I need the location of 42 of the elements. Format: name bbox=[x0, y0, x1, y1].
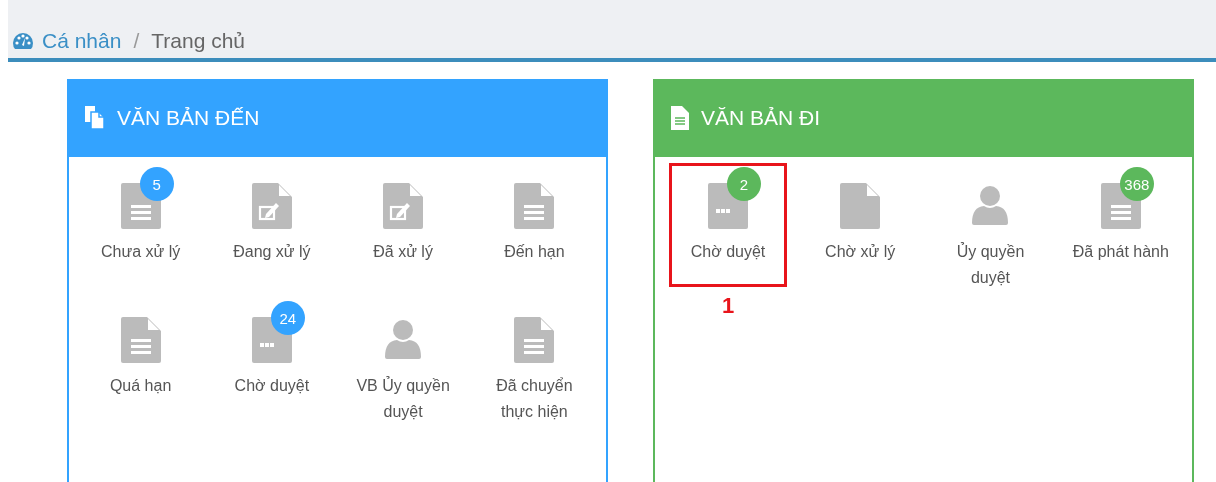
menu-item[interactable]: 24 Chờ duyệt bbox=[206, 297, 338, 417]
menu-item[interactable]: Đang xử lý bbox=[206, 163, 338, 283]
menu-item[interactable]: 5 Chưa xử lý bbox=[75, 163, 207, 283]
menu-item[interactable]: VB Ủy quyền duyệt bbox=[337, 297, 469, 425]
document-icon bbox=[514, 183, 555, 229]
menu-item[interactable]: Chờ xử lý bbox=[795, 163, 926, 283]
item-label: VB Ủy quyền duyệt bbox=[355, 375, 451, 422]
highlighted-menu-item[interactable]: 2 Chờ duyệt bbox=[669, 163, 787, 287]
document-icon bbox=[120, 317, 161, 363]
item-label: Chờ duyệt bbox=[234, 376, 310, 396]
item-label: Chưa xử lý bbox=[101, 242, 181, 262]
copy-icon bbox=[85, 106, 105, 130]
menu-item[interactable]: 368 Đã phát hành bbox=[1055, 163, 1186, 283]
item-label: Ủy quyền duyệt bbox=[955, 241, 1026, 288]
item-label: Đã chuyển thực hiện bbox=[495, 376, 574, 422]
panel-title: VĂN BẢN ĐẾN bbox=[117, 106, 260, 130]
dashboard-icon bbox=[12, 32, 34, 50]
count-badge: 368 bbox=[1119, 167, 1154, 201]
document-icon bbox=[383, 183, 424, 229]
item-label: Đã xử lý bbox=[373, 242, 433, 262]
count-badge: 2 bbox=[727, 167, 761, 201]
count-badge: 5 bbox=[139, 167, 174, 201]
document-icon bbox=[671, 106, 689, 130]
breadcrumb-separator: / bbox=[133, 29, 140, 53]
menu-item[interactable]: Ủy quyền duyệt bbox=[925, 163, 1056, 291]
menu-item[interactable]: Quá hạn bbox=[75, 297, 207, 417]
count-badge: 24 bbox=[270, 301, 305, 335]
menu-item[interactable]: Đã chuyển thực hiện bbox=[468, 297, 600, 425]
document-icon bbox=[840, 183, 881, 229]
menu-item[interactable]: Đã xử lý bbox=[337, 163, 469, 283]
item-label: Quá hạn bbox=[109, 376, 172, 396]
panel-title: VĂN BẢN ĐI bbox=[701, 106, 821, 130]
document-icon bbox=[251, 183, 292, 229]
item-label: Đã phát hành bbox=[1072, 242, 1169, 262]
annotation-number: 1 bbox=[720, 293, 736, 319]
breadcrumb-current: Trang chủ bbox=[151, 29, 246, 53]
menu-item[interactable]: Đến hạn bbox=[468, 163, 600, 283]
item-label: Đang xử lý bbox=[233, 242, 311, 262]
item-label: Chờ duyệt bbox=[690, 242, 766, 262]
item-label: Đến hạn bbox=[504, 242, 565, 262]
item-label: Chờ xử lý bbox=[825, 242, 896, 262]
document-icon bbox=[514, 317, 555, 363]
